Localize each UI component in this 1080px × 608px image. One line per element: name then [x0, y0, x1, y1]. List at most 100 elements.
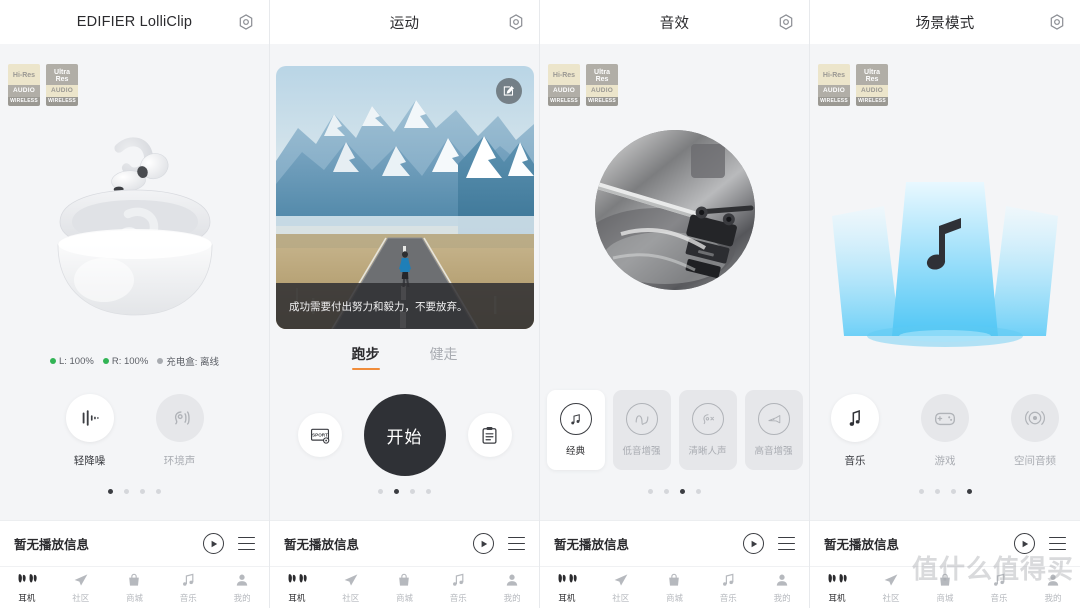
pager-dot[interactable]	[966, 489, 972, 494]
eq-preset-clear-vocal[interactable]: 清晰人声	[678, 390, 737, 470]
battery-right: R: 100%	[102, 356, 148, 367]
play-icon[interactable]	[203, 533, 224, 554]
music-note-icon	[720, 572, 736, 589]
nav-item-earphones[interactable]: 耳机	[270, 572, 324, 604]
nav-item-music[interactable]: 音乐	[161, 572, 215, 604]
sport-controls: SPORT 开始	[270, 394, 539, 476]
gear-icon[interactable]	[1048, 13, 1066, 31]
hires-audio-badge: Hi-Res AUDIO WIRELESS	[818, 64, 850, 106]
anc-mode-ambient-label: 环境声	[163, 455, 196, 467]
playlist-icon[interactable]	[778, 536, 795, 551]
nav-item-store[interactable]: 商城	[648, 572, 702, 604]
music-note-icon	[180, 572, 196, 589]
nav-item-music-label: 音乐	[990, 592, 1008, 603]
nav-item-profile[interactable]: 我的	[215, 572, 269, 604]
pager-dot[interactable]	[950, 489, 956, 494]
nav-item-music-label: 音乐	[719, 592, 737, 603]
playlist-icon[interactable]	[508, 536, 525, 551]
pager-dot[interactable]	[918, 489, 924, 494]
playlist-icon[interactable]	[1049, 536, 1066, 551]
badge-hires-line1: Hi-Res	[818, 64, 850, 85]
gamepad-icon	[921, 394, 969, 442]
badge-ultra-line3: WIRELESS	[856, 97, 888, 106]
scene-mode-music[interactable]: 音乐	[810, 394, 900, 468]
edit-icon[interactable]	[496, 78, 522, 104]
nav-item-profile-label: 我的	[233, 592, 251, 603]
body-scene: Hi-Res AUDIO WIRELESS Ultra Res AUDIO WI…	[810, 44, 1080, 520]
pager-dot[interactable]	[156, 489, 161, 494]
nav-item-earphones-label: 耳机	[18, 592, 36, 603]
nav-item-community[interactable]: 社区	[864, 572, 918, 604]
play-icon[interactable]	[743, 533, 764, 554]
gear-icon[interactable]	[777, 13, 795, 31]
battery-left-label: L: 100%	[58, 355, 94, 367]
nav-item-profile[interactable]: 我的	[755, 572, 809, 604]
ultra-res-badge: Ultra Res AUDIO WIRELESS	[586, 64, 618, 106]
gear-icon[interactable]	[507, 13, 525, 31]
shopping-bag-icon	[666, 572, 682, 589]
nav-item-store[interactable]: 商城	[108, 572, 162, 604]
badge-ultra-res: Res	[595, 75, 609, 83]
sport-hero-image: 成功需要付出努力和毅力，不要放弃。	[276, 66, 534, 329]
pager-dot[interactable]	[108, 489, 113, 494]
nav-item-music[interactable]: 音乐	[701, 572, 755, 604]
nav-item-music[interactable]: 音乐	[972, 572, 1026, 604]
eq-preset-bass-boost[interactable]: 低音增强	[612, 390, 671, 470]
play-icon[interactable]	[1014, 533, 1035, 554]
pager-dot[interactable]	[394, 489, 399, 494]
nav-item-community[interactable]: 社区	[324, 572, 378, 604]
battery-right-dot	[102, 358, 109, 364]
tab-running[interactable]: 跑步	[351, 344, 380, 370]
badge-ultra-line3: WIRELESS	[46, 97, 78, 106]
nav-item-community[interactable]: 社区	[594, 572, 648, 604]
nav-item-earphones[interactable]: 耳机	[0, 572, 54, 604]
pager-dot[interactable]	[648, 489, 653, 494]
nav-item-community[interactable]: 社区	[54, 572, 108, 604]
pager-dot[interactable]	[378, 489, 383, 494]
tab-walking[interactable]: 健走	[430, 344, 458, 370]
eq-preset-classic[interactable]: 经典	[546, 390, 605, 470]
badge-ultra-line1: Ultra Res	[586, 64, 618, 85]
pager-dot[interactable]	[140, 489, 145, 494]
eq-preset-row: 经典 低音增强 清晰人声 高音增强	[540, 390, 809, 470]
battery-case-label: 充电盒: 离线	[166, 357, 220, 368]
records-clipboard-icon[interactable]	[467, 413, 512, 457]
nav-item-store[interactable]: 商城	[918, 572, 972, 604]
hires-badges: Hi-Res AUDIO WIRELESS Ultra Res AUDIO WI…	[8, 64, 78, 106]
pager-dot[interactable]	[934, 489, 940, 494]
nav-item-store[interactable]: 商城	[378, 572, 432, 604]
paper-plane-icon	[73, 572, 89, 589]
playlist-icon[interactable]	[238, 536, 255, 551]
pager-dot[interactable]	[410, 489, 415, 494]
pager-dot[interactable]	[124, 489, 129, 494]
pager-dot[interactable]	[696, 489, 701, 494]
header-device: EDIFIER LolliClip	[0, 0, 269, 44]
pager-dot[interactable]	[664, 489, 669, 494]
player-title: 暂无播放信息	[824, 538, 900, 552]
nav-item-profile[interactable]: 我的	[485, 572, 539, 604]
badge-ultra-line2: AUDIO	[856, 85, 888, 97]
scene-mode-game[interactable]: 游戏	[900, 394, 990, 468]
start-button[interactable]: 开始	[363, 394, 446, 476]
play-icon[interactable]	[473, 533, 494, 554]
body-device: Hi-Res AUDIO WIRELESS Ultra Res AUDIO WI…	[0, 44, 269, 520]
nav-item-music[interactable]: 音乐	[431, 572, 485, 604]
nav-item-earphones[interactable]: 耳机	[810, 572, 864, 604]
nav-item-profile-label: 我的	[773, 592, 791, 603]
page-title: 音效	[659, 15, 690, 32]
pager-dot[interactable]	[426, 489, 431, 494]
anc-mode-ambient[interactable]: 环境声	[135, 394, 225, 468]
gear-icon[interactable]	[237, 13, 255, 31]
spatial-music-graphic	[810, 144, 1080, 359]
pager-dot[interactable]	[680, 489, 685, 494]
nav-item-earphones[interactable]: 耳机	[540, 572, 594, 604]
eq-preset-treble-boost[interactable]: 高音增强	[744, 390, 803, 470]
anc-mode-light-nc[interactable]: 轻降噪	[45, 394, 135, 468]
person-icon	[774, 572, 790, 589]
nav-item-profile[interactable]: 我的	[1026, 572, 1080, 604]
scene-mode-spatial-audio-label: 空间音频	[1014, 455, 1056, 467]
sport-settings-icon[interactable]: SPORT	[297, 413, 342, 457]
scene-mode-spatial-audio[interactable]: 空间音频	[990, 394, 1080, 468]
panel-sound: 音效 Hi-Res AUDIO WIRELESS Ultra Res AUDIO	[540, 0, 810, 608]
panel-sport: 运动 成功需要付出努力和毅力，不要放弃。 跑步 健走 SPORT 开始 暂无播放…	[270, 0, 540, 608]
